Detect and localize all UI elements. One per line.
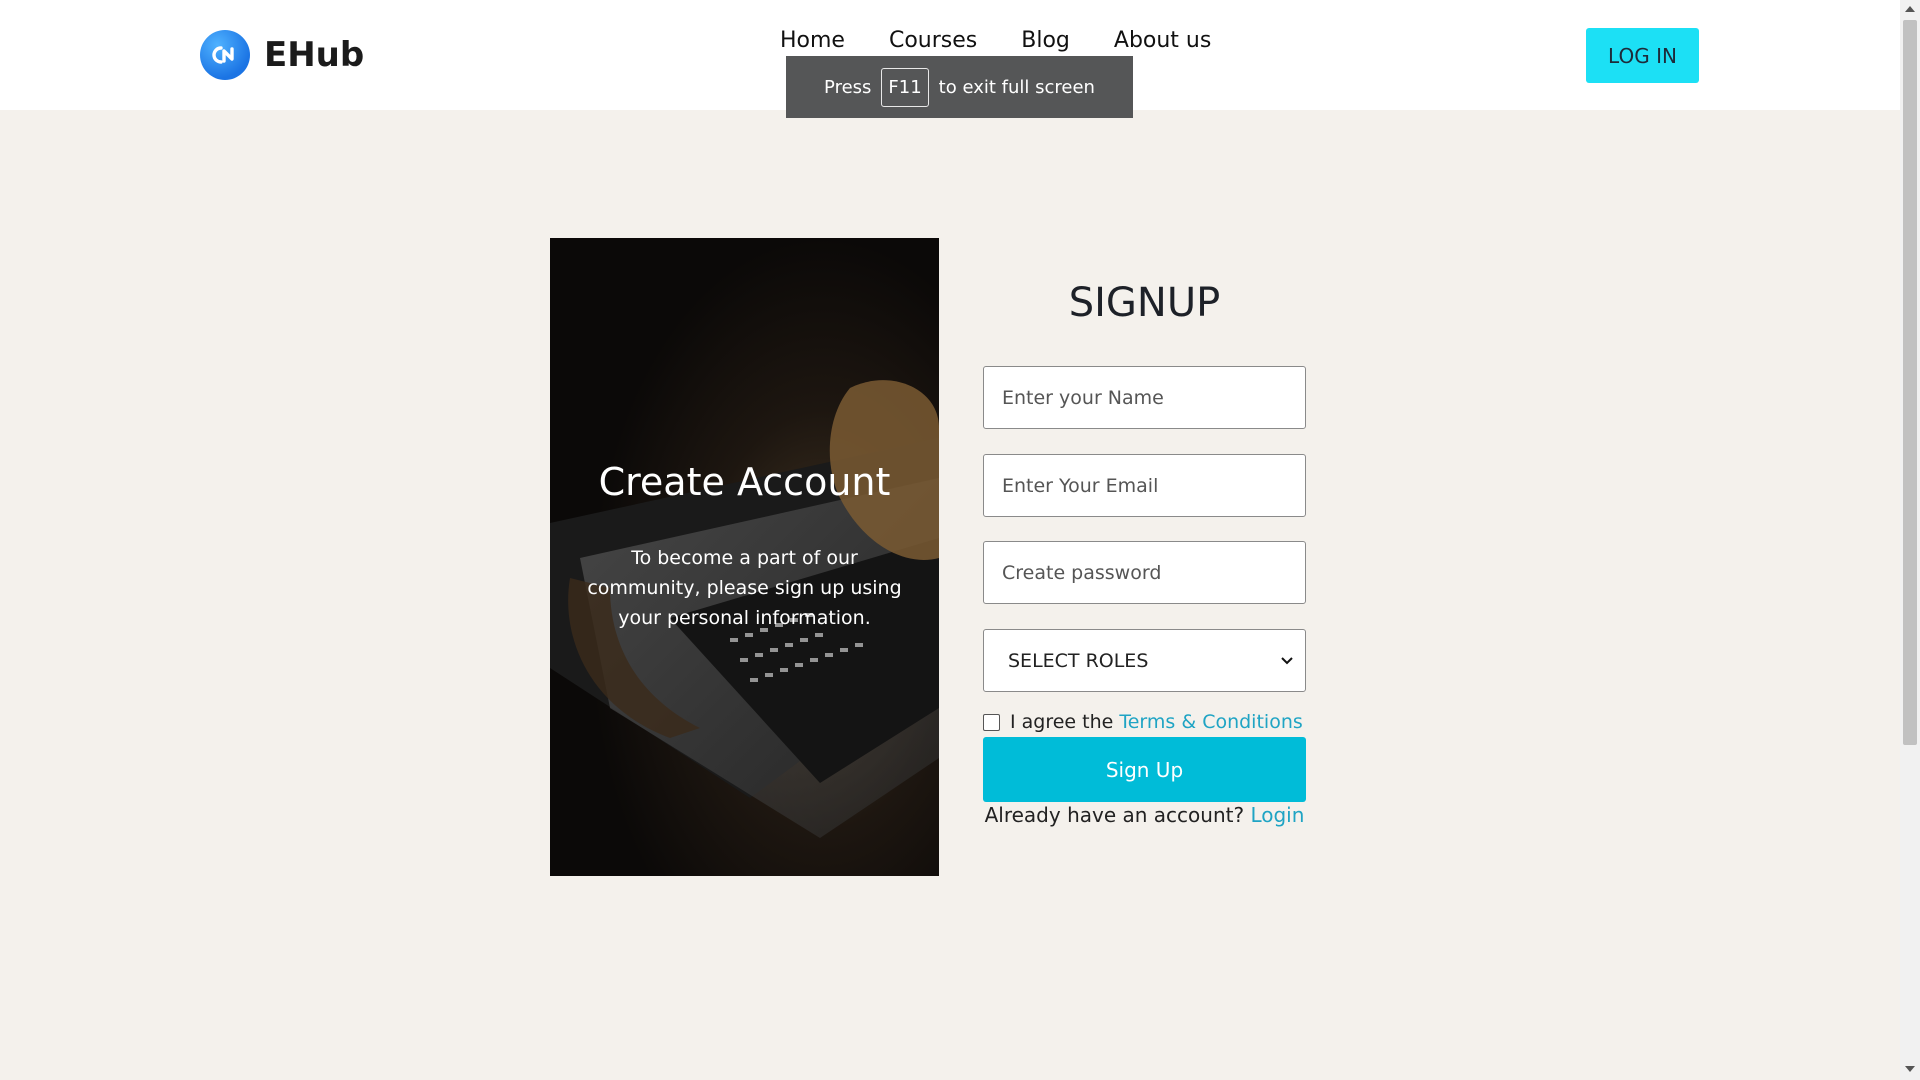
scroll-up-icon[interactable] [1905,6,1915,12]
main-nav: Home Courses Blog About us [780,28,1211,53]
terms-link[interactable]: Terms & Conditions [1119,711,1302,733]
name-field[interactable] [983,366,1306,429]
signup-title: SIGNUP [1068,280,1221,326]
nav-home[interactable]: Home [780,28,845,53]
email-field[interactable] [983,454,1306,517]
sign-up-button[interactable]: Sign Up [983,737,1306,802]
brand[interactable]: EHub [200,30,364,80]
fullscreen-toast-suffix: to exit full screen [938,76,1095,98]
role-select-value: SELECT ROLES [1008,649,1149,672]
fullscreen-toast: Press F11 to exit full screen [786,56,1133,118]
nav-courses[interactable]: Courses [889,28,977,53]
hero-description: To become a part of our community, pleas… [587,547,902,629]
account-prompt-text: Already have an account? [984,803,1245,827]
scroll-down-icon[interactable] [1905,1066,1915,1072]
hero-title: Create Account [598,460,891,504]
terms-checkbox[interactable] [983,713,1000,731]
agree-text: I agree the [1010,711,1114,733]
role-select[interactable]: SELECT ROLES [983,629,1306,692]
header-login-button[interactable]: LOG IN [1586,28,1699,83]
chevron-down-icon [1281,656,1293,664]
scroll-thumb[interactable] [1903,20,1917,745]
fullscreen-toast-prefix: Press [824,76,872,98]
ehub-logo-icon [200,30,250,80]
nav-about-us[interactable]: About us [1114,28,1211,53]
terms-agreement: I agree the Terms & Conditions [983,711,1303,733]
brand-name: EHub [264,35,365,75]
fullscreen-key: F11 [881,67,929,107]
login-link[interactable]: Login [1250,803,1304,827]
password-field[interactable] [983,541,1306,604]
login-prompt: Already have an account? Login [983,803,1306,827]
nav-blog[interactable]: Blog [1021,28,1070,53]
create-account-panel: Create Account To become a part of our c… [550,238,939,876]
page-scrollbar[interactable] [1900,0,1920,1080]
